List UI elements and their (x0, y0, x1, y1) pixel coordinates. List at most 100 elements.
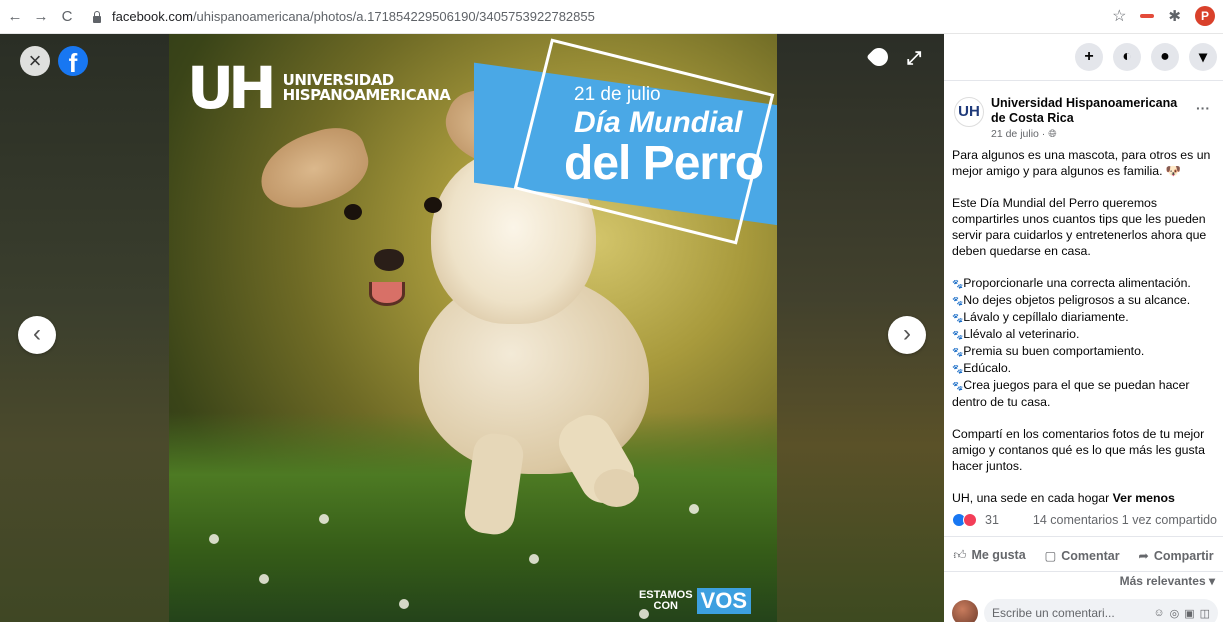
dog-eye-left (344, 204, 362, 220)
extension-icon[interactable] (1140, 14, 1155, 18)
paw-icon: 🐾 (952, 347, 964, 357)
caption-paragraph: Para algunos es una mascota, para otros … (952, 148, 1211, 178)
address-bar[interactable]: facebook.com/uhispanoamericana/photos/a.… (92, 9, 595, 24)
thumbs-up-icon: 👍︎ (953, 547, 967, 562)
dog-nose (374, 249, 404, 271)
previous-photo-button[interactable]: ‹ (18, 316, 56, 354)
reactions-summary[interactable]: 31 (952, 513, 999, 527)
paw-icon: 🐾 (952, 296, 964, 306)
campaign-tagline: ESTAMOS CON VOS (639, 588, 751, 614)
dog-paw (594, 469, 639, 507)
tip-item: 🐾Lávalo y cepíllalo diariamente. (952, 309, 1218, 326)
messenger-icon[interactable]: ◐ (1113, 43, 1141, 71)
gif-icon[interactable]: ▣ (1184, 607, 1194, 620)
tip-text: Premia su buen comportamiento. (963, 344, 1145, 358)
paw-icon: 🐾 (952, 279, 964, 289)
user-avatar[interactable] (952, 600, 978, 622)
banner-title-line-1: Día Mundial (574, 106, 743, 139)
love-reaction-icon (963, 513, 977, 527)
bell-icon[interactable]: ● (1151, 43, 1179, 71)
expand-icon[interactable]: ⤢ (907, 48, 921, 69)
create-icon[interactable]: + (1075, 43, 1103, 71)
header-actions: + ◐ ● ▾ (1075, 43, 1217, 71)
divider (944, 571, 1223, 572)
tip-item: 🐾Proporcionarle una correcta alimentació… (952, 275, 1218, 292)
tip-text: Lávalo y cepíllalo diariamente. (963, 310, 1129, 324)
page-avatar[interactable]: UH (954, 97, 984, 127)
caret-down-icon[interactable]: ▾ (1189, 43, 1217, 71)
caption-paragraph: UH, una sede en cada hogar Ver menos (952, 490, 1218, 506)
lock-icon (92, 10, 102, 23)
close-icon[interactable]: × (20, 46, 50, 76)
banner-date: 21 de julio (574, 84, 661, 105)
divider (944, 536, 1223, 537)
bookmark-star-icon[interactable]: ☆ (1112, 6, 1126, 26)
comment-composer: Escribe un comentari... ☺ ◎ ▣ ◫ (952, 599, 1218, 622)
comment-button[interactable]: ▢ Comentar (1044, 548, 1119, 563)
like-button[interactable]: 👍︎ Me gusta (953, 548, 1025, 563)
reaction-count: 31 (985, 513, 999, 527)
tip-text: Llévalo al veterinario. (963, 327, 1080, 341)
sticker-icon[interactable]: ◫ (1200, 607, 1210, 620)
tip-item: 🐾No dejes objetos peligrosos a su alcanc… (952, 292, 1218, 309)
back-icon[interactable]: ← (4, 6, 26, 28)
paw-icon: 🐾 (952, 330, 964, 340)
logo-mark: UH (187, 54, 277, 122)
post-photo[interactable]: UH UNIVERSIDAD HISPANOAMERICANA 21 de ju… (169, 34, 777, 622)
extensions-puzzle-icon[interactable]: ✱ (1168, 7, 1181, 25)
forward-icon[interactable]: → (30, 6, 52, 28)
more-options-icon[interactable]: ··· (1196, 100, 1210, 116)
globe-icon: 🌐︎ (1048, 128, 1057, 140)
post-actions: 👍︎ Me gusta ▢ Comentar ➦ Compartir (944, 541, 1223, 569)
share-label: Compartir (1153, 548, 1214, 563)
university-logo: UH UNIVERSIDAD HISPANOAMERICANA (187, 54, 451, 122)
page-name-link[interactable]: Universidad Hispanoamericana de Costa Ri… (991, 96, 1186, 126)
banner-title-line-2: del Perro (564, 137, 764, 190)
tip-text: Proporcionarle una correcta alimentación… (963, 276, 1191, 290)
paw-icon: 🐾 (952, 381, 964, 391)
photo-viewer: UH UNIVERSIDAD HISPANOAMERICANA 21 de ju… (0, 34, 944, 622)
caption-paragraph: Compartí en los comentarios fotos de tu … (952, 427, 1205, 473)
tip-item: 🐾Edúcalo. (952, 360, 1218, 377)
tip-text: Crea juegos para el que se puedan hacer … (952, 378, 1190, 409)
dog-ear-left (250, 118, 378, 220)
tip-text: Edúcalo. (963, 361, 1012, 375)
comment-input[interactable]: Escribe un comentari... ☺ ◎ ▣ ◫ (984, 599, 1218, 622)
url-host: facebook.com (112, 9, 193, 24)
camera-icon[interactable]: ◎ (1170, 607, 1180, 620)
logo-line-2: HISPANOAMERICANA (282, 86, 451, 104)
comment-placeholder: Escribe un comentari... (992, 606, 1115, 620)
profile-avatar[interactable]: P (1195, 6, 1215, 26)
paw-icon: 🐾 (952, 313, 964, 323)
facebook-logo-icon[interactable]: f (58, 46, 88, 78)
see-less-link[interactable]: Ver menos (1113, 491, 1175, 505)
reload-icon[interactable]: C (56, 6, 78, 28)
divider (944, 80, 1223, 81)
post-side-panel: + ◐ ● ▾ UH Universidad Hispanoamericana … (944, 34, 1223, 622)
like-label: Me gusta (971, 547, 1026, 562)
dog-eye-right (424, 197, 442, 213)
tip-text: No dejes objetos peligrosos a su alcance… (963, 293, 1191, 307)
caption-closing: UH, una sede en cada hogar (952, 491, 1113, 505)
post-timestamp[interactable]: 21 de julio · 🌐︎ (991, 128, 1057, 141)
post-date-text: 21 de julio · (991, 128, 1049, 140)
share-button[interactable]: ➦ Compartir (1138, 548, 1213, 563)
comments-shares-count[interactable]: 14 comentarios 1 vez compartido (1033, 513, 1217, 527)
event-banner: 21 de julio Día Mundial del Perro (474, 38, 777, 245)
post-caption: Para algunos es una mascota, para otros … (952, 147, 1218, 522)
caption-paragraph: Este Día Mundial del Perro queremos comp… (952, 196, 1207, 258)
dog-mouth (369, 282, 405, 306)
paw-icon: 🐾 (952, 364, 964, 374)
comment-label: Comentar (1061, 548, 1120, 563)
share-arrow-icon: ➦ (1138, 548, 1149, 563)
url-path: /uhispanoamericana/photos/a.171854229506… (192, 9, 595, 24)
tagline-small: ESTAMOS CON (639, 590, 693, 612)
tagline-word-2: CON (653, 600, 678, 612)
tip-item: 🐾Llévalo al veterinario. (952, 326, 1218, 343)
comment-sort-dropdown[interactable]: Más relevantes ▾ (1120, 574, 1215, 588)
logo-text: UNIVERSIDAD HISPANOAMERICANA (283, 73, 451, 103)
browser-toolbar: ← → C facebook.com/uhispanoamericana/pho… (0, 0, 1223, 34)
tip-item: 🐾Premia su buen comportamiento. (952, 343, 1218, 360)
emoji-icon[interactable]: ☺ (1153, 607, 1164, 619)
next-photo-button[interactable]: › (888, 316, 926, 354)
